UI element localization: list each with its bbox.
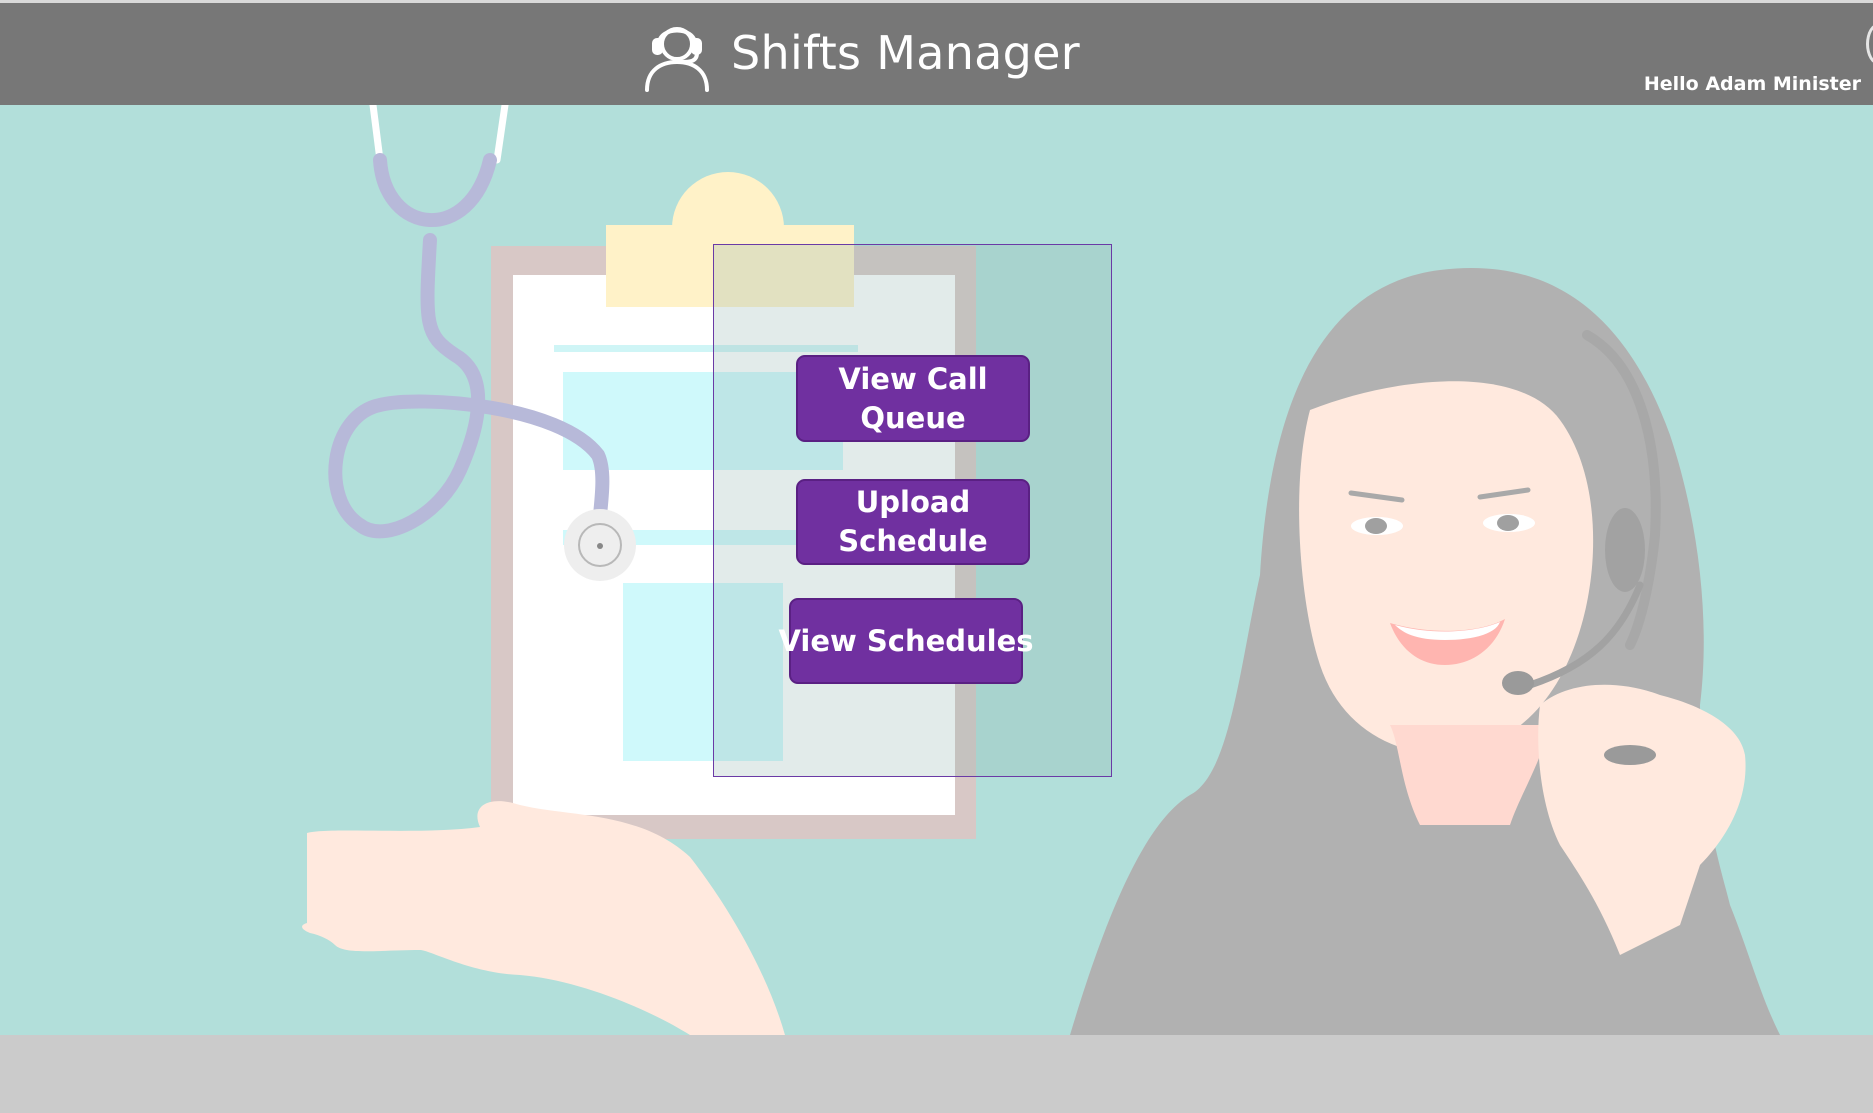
headset-user-icon: [645, 27, 709, 92]
footer-bar: [0, 1035, 1873, 1113]
user-greeting: Hello Adam Minister: [1643, 73, 1861, 95]
upload-schedule-button[interactable]: Upload Schedule: [796, 479, 1030, 565]
view-schedules-button[interactable]: View Schedules: [778, 598, 1034, 684]
app-header: Shifts Manager Hello Adam Minister: [0, 3, 1873, 105]
profile-edge-icon: [1866, 23, 1873, 65]
view-call-queue-button[interactable]: View Call Queue: [796, 355, 1030, 442]
app-title: Shifts Manager: [731, 26, 1080, 80]
operator-illustration: [1070, 267, 1780, 1035]
